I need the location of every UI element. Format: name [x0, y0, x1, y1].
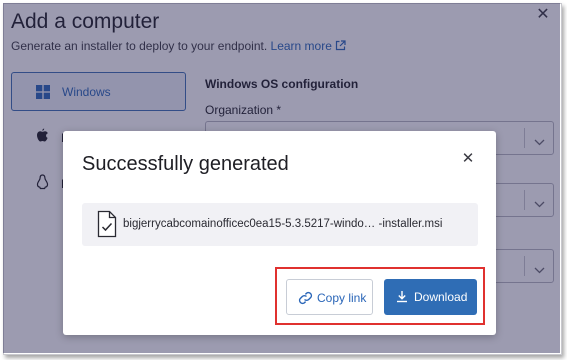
modal-title: Successfully generated [82, 153, 289, 175]
screen: Add a computer ✕ Generate an installer t… [0, 0, 567, 360]
file-name: bigjerrycabcomainofficec0ea15-5.3.5217-w… [123, 218, 443, 230]
file-check-icon [97, 210, 117, 243]
modal-close-icon[interactable]: ✕ [461, 151, 475, 166]
generated-file: bigjerrycabcomainofficec0ea15-5.3.5217-w… [82, 203, 478, 246]
highlight-annotation-box [275, 267, 485, 325]
